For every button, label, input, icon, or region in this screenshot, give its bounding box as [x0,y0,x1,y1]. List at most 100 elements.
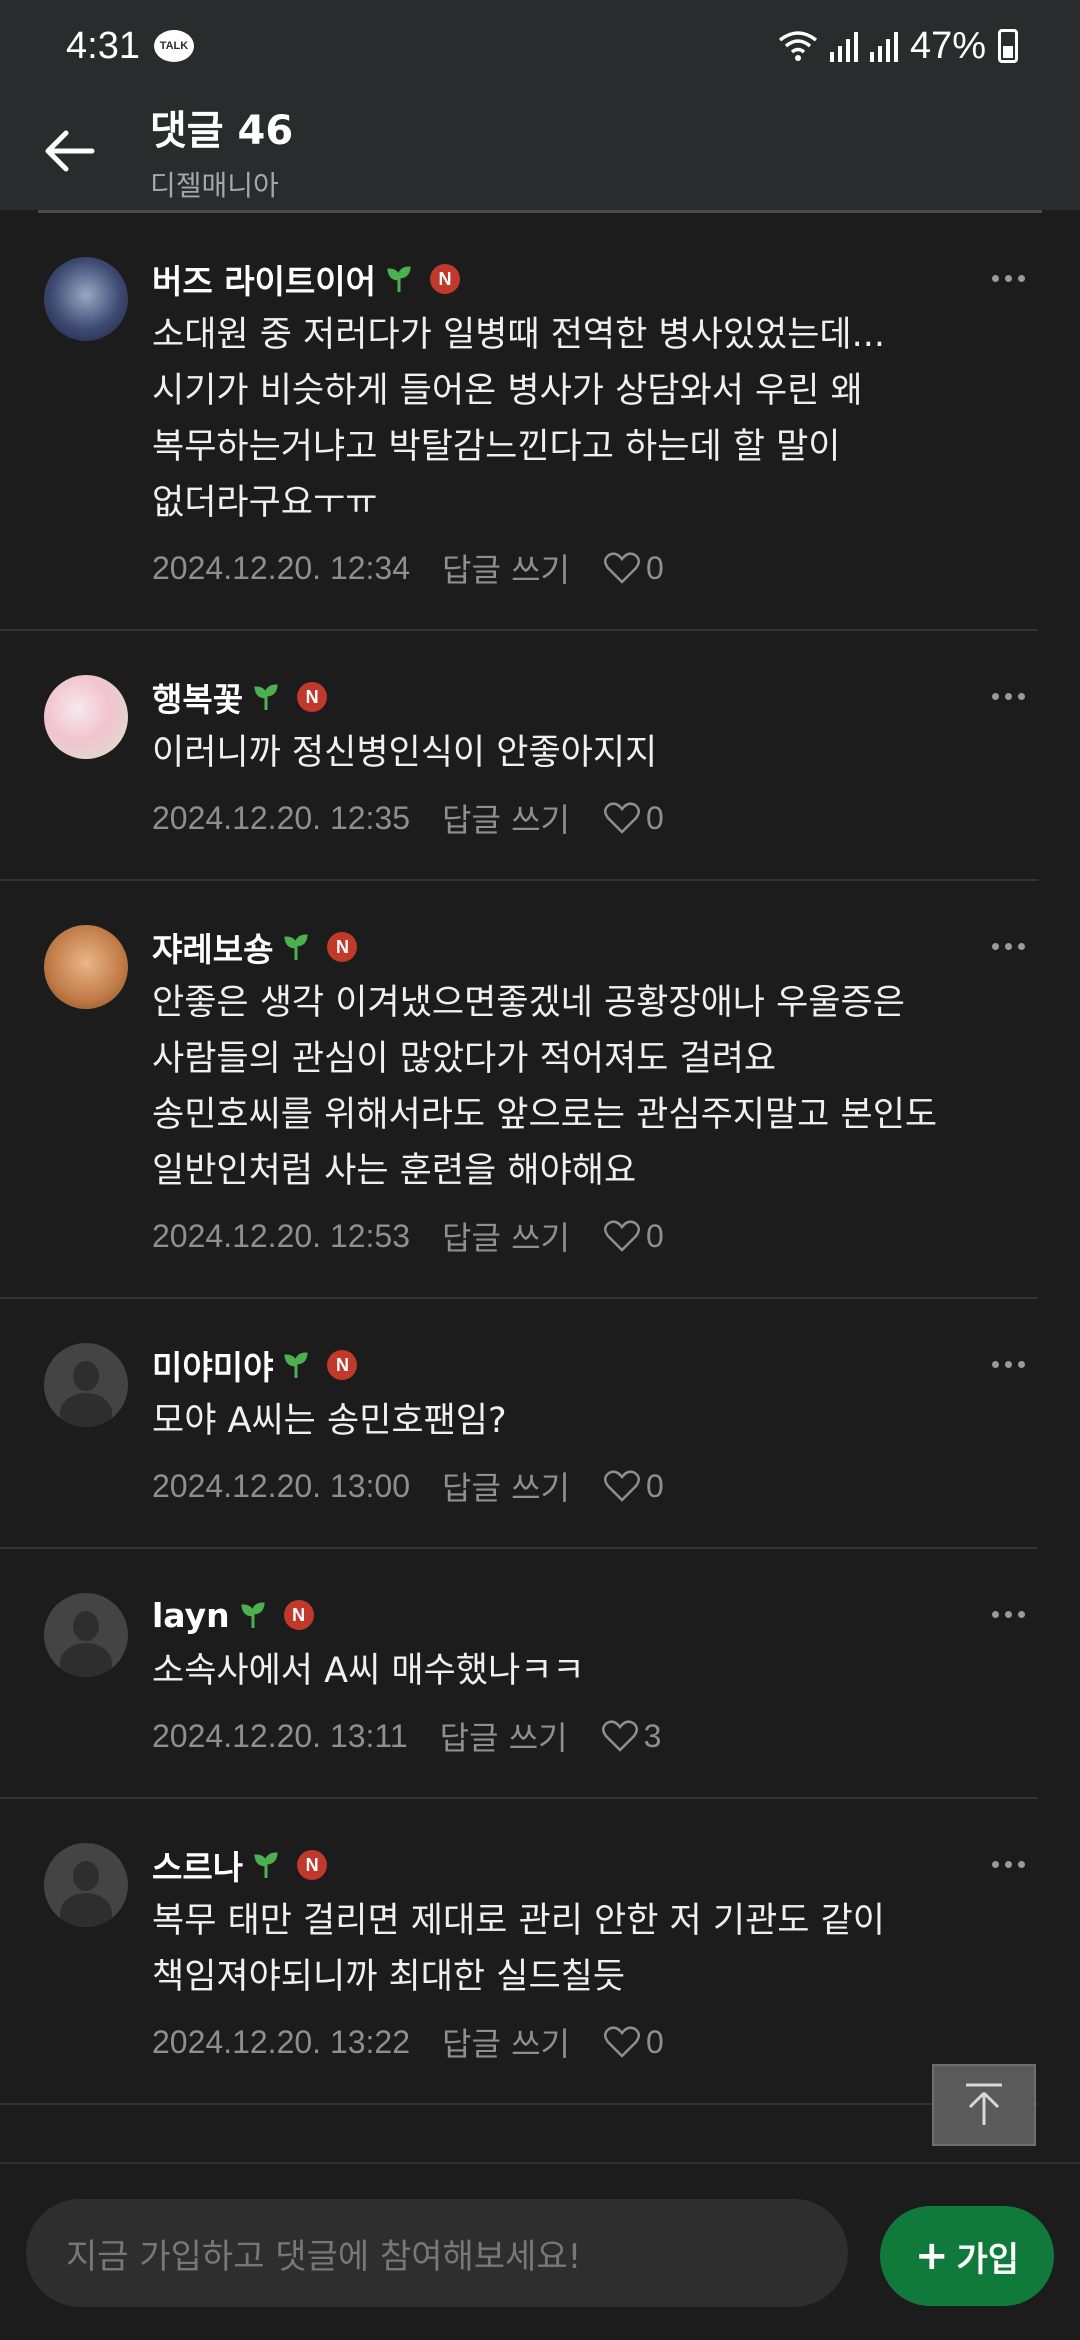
new-badge: N [283,1600,314,1630]
avatar[interactable] [44,257,128,341]
comment-list: 버즈 라이트이어 N 소대원 중 저러다가 일병때 전역한 병사있었는데... … [0,213,1080,2105]
new-badge: N [327,1350,358,1380]
more-options-button[interactable] [978,263,1038,293]
avatar[interactable] [44,1843,128,1927]
bottom-bar: 지금 가입하고 댓글에 참여해보세요! + 가입 [0,2162,1080,2340]
like-count: 0 [645,549,664,586]
like-button[interactable]: 0 [603,549,664,587]
status-bar: 4:31 TALK 47% [0,0,1080,92]
status-time: 4:31 [66,24,140,67]
sprout-icon [387,266,411,292]
comment-text: 모야 A씨는 송민호팬임? [152,1401,507,1441]
heart-icon [603,2026,640,2058]
comment-text: 이러니까 정신병인식이 안좋아지지 [152,733,658,773]
sprout-icon [284,1352,309,1378]
more-options-button[interactable] [978,1849,1038,1879]
sprout-icon [284,934,309,960]
comment-date: 2024.12.20. 12:34 [152,549,411,586]
sprout-icon [254,1852,278,1878]
comment-date: 2024.12.20. 12:53 [152,1217,411,1254]
like-button[interactable]: 0 [603,1467,664,1505]
nickname[interactable]: 쟈레보숑 [152,923,273,971]
name-row: 행복꽃 N [152,673,1038,721]
comment-text: 복무 태만 걸리면 제대로 관리 안한 저 기관도 같이 책임져야되니까 최대한… [152,1901,886,1997]
plus-icon: + [914,2233,949,2279]
comment-text: 소속사에서 A씨 매수했나ㅋㅋ [152,1651,585,1691]
name-row: 스르나 N [152,1841,1038,1889]
nickname[interactable]: layn [152,1596,230,1635]
join-label: 가입 [956,2239,1020,2280]
reply-button[interactable]: 답글 쓰기 [442,2019,570,2065]
sprout-icon [240,1602,265,1628]
signal-icon [829,32,858,62]
back-button[interactable] [0,92,140,210]
comment-item: 미야미야 N 모야 A씨는 송민호팬임? 2024.12.20. 13:00 답… [0,1299,1038,1549]
more-options-button[interactable] [978,931,1038,961]
name-row: 버즈 라이트이어 N [152,255,1038,303]
name-row: 미야미야 N [152,1341,1038,1389]
avatar[interactable] [44,675,128,759]
reply-button[interactable]: 답글 쓰기 [442,545,570,591]
cafe-name[interactable]: 디젤매니아 [150,164,293,204]
comment-meta: 2024.12.20. 12:53 답글 쓰기 0 [152,1213,1038,1259]
nickname[interactable]: 행복꽃 [152,673,243,721]
like-count: 3 [643,1717,662,1754]
heart-icon [603,1470,640,1502]
new-badge: N [297,682,328,712]
comment-item: 쟈레보숑 N 안좋은 생각 이겨냈으면좋겠네 공황장애나 우울증은 사람들의 관… [0,881,1038,1299]
comment-text: 소대원 중 저러다가 일병때 전역한 병사있었는데... 시기가 비슷하게 들어… [152,315,886,523]
status-left: 4:31 TALK [66,25,194,68]
reply-button[interactable]: 답글 쓰기 [442,795,570,841]
nickname[interactable]: 스르나 [152,1841,243,1889]
join-button[interactable]: + 가입 [880,2206,1054,2306]
comment-meta: 2024.12.20. 13:22 답글 쓰기 0 [152,2019,1038,2065]
sprout-icon [254,684,278,710]
comment-meta: 2024.12.20. 12:35 답글 쓰기 0 [152,795,1038,841]
app-header: 댓글 46 디젤매니아 [0,92,1080,210]
comment-meta: 2024.12.20. 13:11 답글 쓰기 3 [152,1713,1038,1759]
more-options-button[interactable] [978,1599,1038,1629]
header-titles: 댓글 46 디젤매니아 [150,98,293,204]
comment-item: 스르나 N 복무 태만 걸리면 제대로 관리 안한 저 기관도 같이 책임져야되… [0,1799,1038,2105]
comment-input[interactable]: 지금 가입하고 댓글에 참여해보세요! [26,2199,848,2307]
heart-icon [603,1220,640,1252]
reply-button[interactable]: 답글 쓰기 [442,1213,570,1259]
battery-icon [998,29,1018,63]
more-options-button[interactable] [978,681,1038,711]
comment-item: 버즈 라이트이어 N 소대원 중 저러다가 일병때 전역한 병사있었는데... … [0,213,1038,631]
new-badge: N [430,264,461,294]
comment-text: 안좋은 생각 이겨냈으면좋겠네 공황장애나 우울증은 사람들의 관심이 많았다가… [152,983,938,1191]
like-button[interactable]: 0 [603,1217,664,1255]
like-count: 0 [645,2023,664,2060]
battery-percent: 47% [909,24,986,67]
nickname[interactable]: 버즈 라이트이어 [152,255,376,303]
like-count: 0 [645,1467,664,1504]
new-badge: N [297,1850,328,1880]
kakaotalk-notification-icon: TALK [153,30,194,62]
scroll-to-top-button[interactable] [932,2064,1036,2146]
comment-meta: 2024.12.20. 13:00 답글 쓰기 0 [152,1463,1038,1509]
heart-icon [603,802,640,834]
like-count: 0 [645,799,664,836]
comment-input-placeholder: 지금 가입하고 댓글에 참여해보세요! [66,2236,582,2277]
avatar[interactable] [44,1343,128,1427]
name-row: 쟈레보숑 N [152,923,1038,971]
like-button[interactable]: 3 [601,1717,662,1755]
avatar[interactable] [44,1593,128,1677]
comment-item: 행복꽃 N 이러니까 정신병인식이 안좋아지지 2024.12.20. 12:3… [0,631,1038,881]
like-button[interactable]: 0 [603,799,664,837]
like-button[interactable]: 0 [603,2023,664,2061]
reply-button[interactable]: 답글 쓰기 [440,1713,568,1759]
page-title: 댓글 46 [150,108,294,154]
name-row: layn N [152,1591,1038,1639]
like-count: 0 [645,1217,664,1254]
signal-icon-2 [869,32,898,62]
nickname[interactable]: 미야미야 [152,1341,273,1389]
more-options-button[interactable] [978,1349,1038,1379]
avatar[interactable] [44,925,128,1009]
comment-date: 2024.12.20. 13:00 [152,1467,411,1504]
comment-date: 2024.12.20. 13:11 [152,1717,408,1754]
arrow-left-icon [45,130,95,172]
comment-meta: 2024.12.20. 12:34 답글 쓰기 0 [152,545,1038,591]
reply-button[interactable]: 답글 쓰기 [442,1463,570,1509]
